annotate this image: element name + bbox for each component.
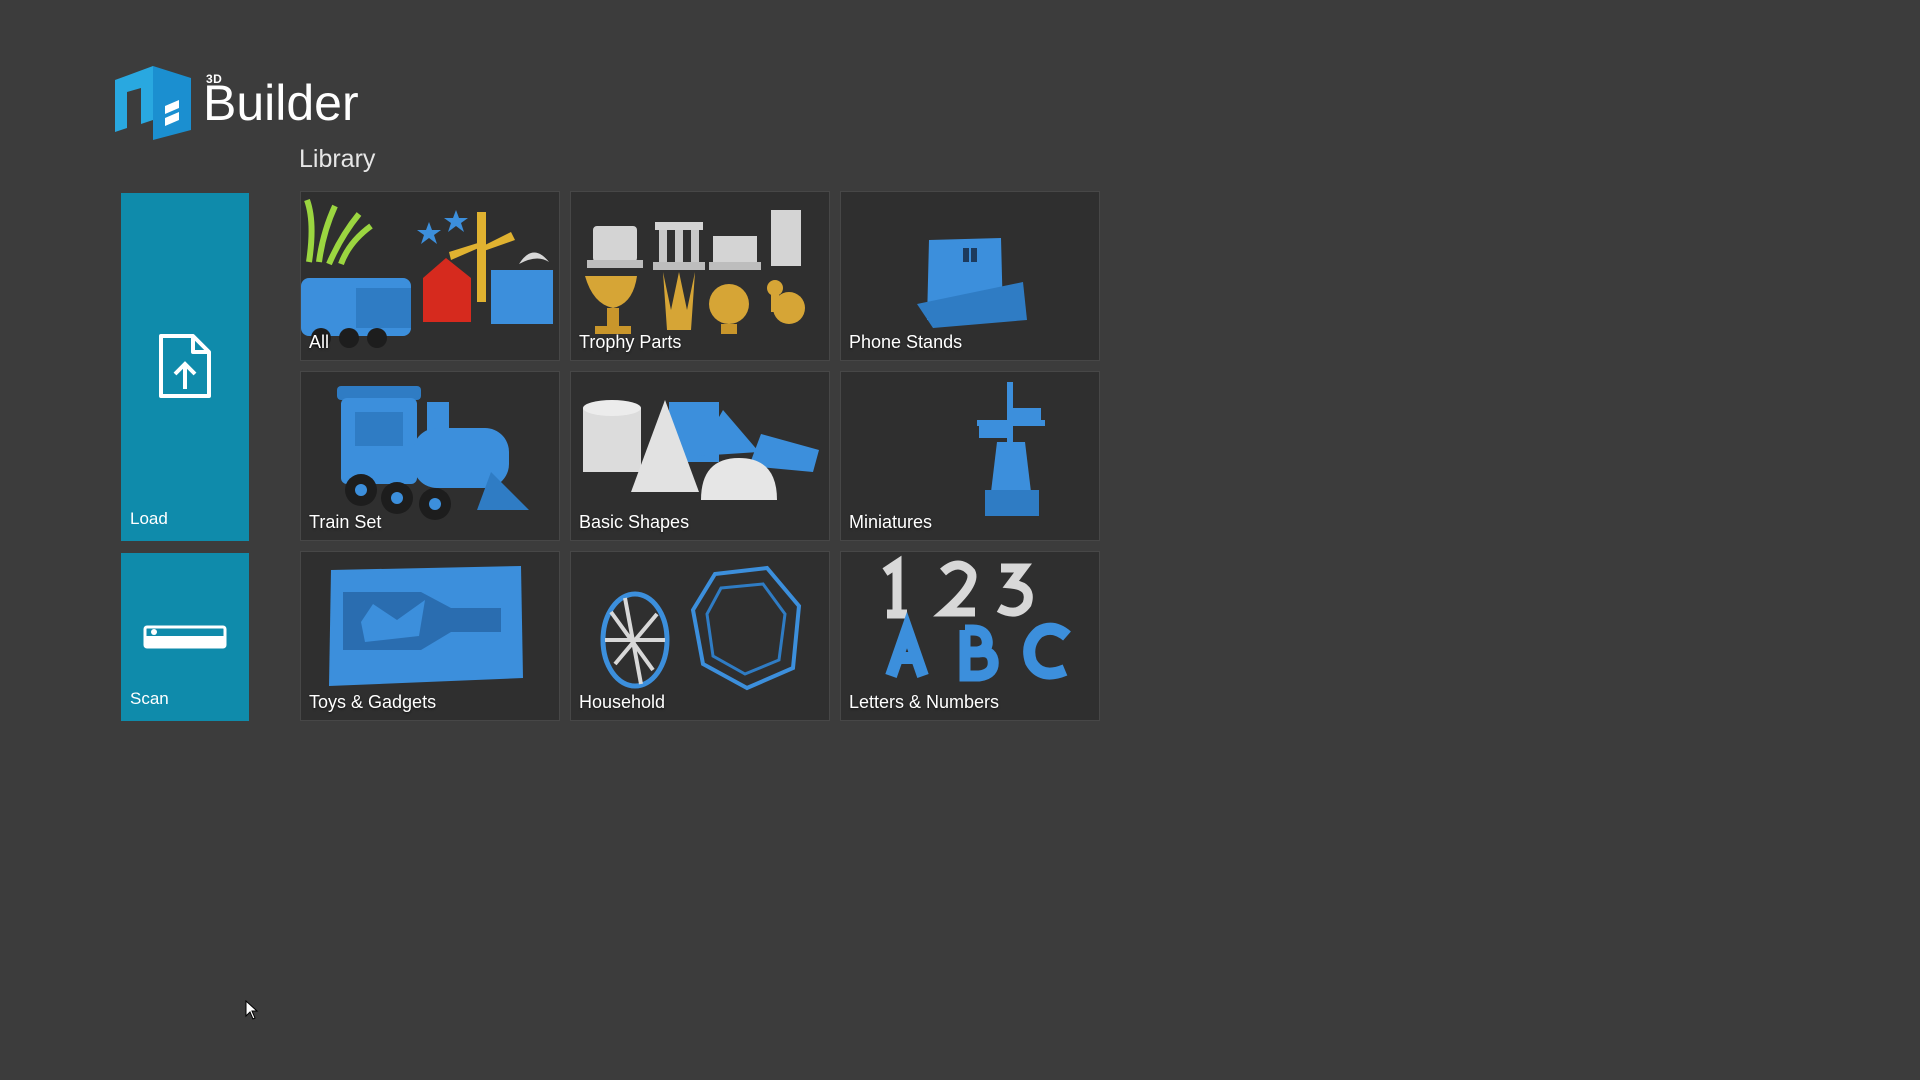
builder-logo-icon <box>115 66 191 140</box>
tile-miniatures[interactable]: Miniatures <box>840 371 1100 541</box>
tile-label: Toys & Gadgets <box>309 692 437 712</box>
tile-label: Phone Stands <box>849 332 963 352</box>
tile-label: Household <box>579 692 666 712</box>
library-grid: All Trophy Parts Phone Stands Train Set … <box>300 191 1101 722</box>
logo-name: Builder <box>203 75 359 131</box>
tile-household[interactable]: Household <box>570 551 830 721</box>
tile-label: Miniatures <box>849 512 933 532</box>
file-upload-icon <box>159 334 211 398</box>
mouse-cursor-icon <box>245 1000 259 1020</box>
tile-trophy-parts[interactable]: Trophy Parts <box>570 191 830 361</box>
assorted-models-icon <box>301 198 553 348</box>
tile-label: Basic Shapes <box>579 512 690 532</box>
library-title: Library <box>299 145 376 173</box>
tile-basic-shapes[interactable]: Basic Shapes <box>570 371 830 541</box>
tile-label: Trophy Parts <box>579 332 682 352</box>
tile-phone-stands[interactable]: Phone Stands <box>840 191 1100 361</box>
scanner-icon <box>143 625 227 649</box>
tile-letters-numbers[interactable]: Letters & Numbers <box>840 551 1100 721</box>
tile-label: Letters & Numbers <box>849 692 1000 712</box>
tile-toys-gadgets[interactable]: Toys & Gadgets <box>300 551 560 721</box>
tile-label: All <box>309 332 330 352</box>
app-window: 3D Builder Library Load Scan All Trophy … <box>0 0 1920 1080</box>
tile-all[interactable]: All <box>300 191 560 361</box>
scan-label: Scan <box>130 689 169 708</box>
load-label: Load <box>130 509 168 528</box>
tile-train-set[interactable]: Train Set <box>300 371 560 541</box>
load-button[interactable]: Load <box>121 193 249 541</box>
tile-label: Train Set <box>309 512 382 532</box>
scan-button[interactable]: Scan <box>121 553 249 721</box>
app-logo: 3D Builder <box>113 58 373 142</box>
